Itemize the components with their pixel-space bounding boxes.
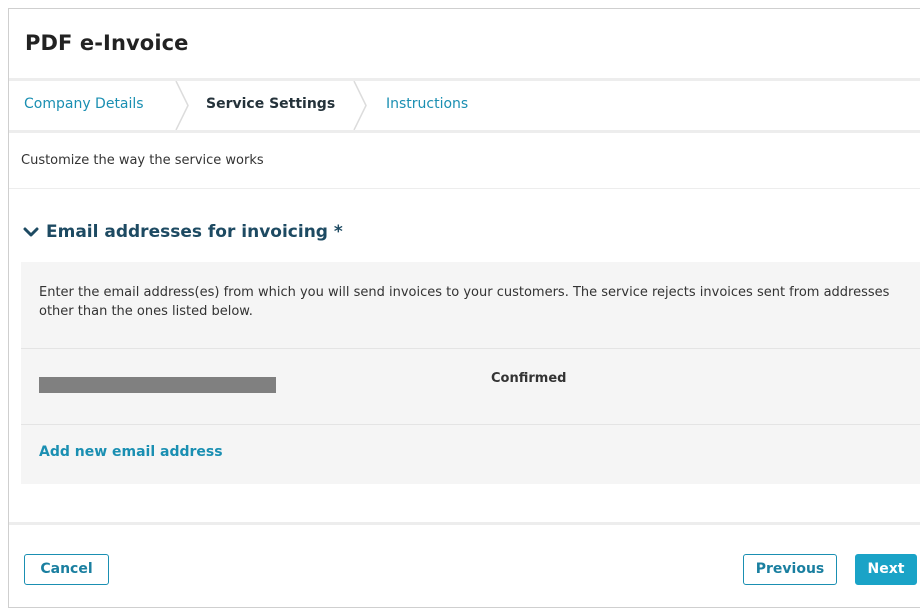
subtitle-row: Customize the way the service works xyxy=(9,133,920,189)
email-row: Confirmed xyxy=(21,349,920,425)
footer-divider xyxy=(9,522,920,525)
step-divider-chevron xyxy=(353,81,367,130)
email-panel: Enter the email address(es) from which y… xyxy=(21,262,920,484)
step-service-settings[interactable]: Service Settings xyxy=(206,81,335,130)
step-instructions[interactable]: Instructions xyxy=(386,81,468,130)
dialog-header: PDF e-Invoice xyxy=(9,9,920,81)
step-divider-chevron xyxy=(175,81,189,130)
step-company-details[interactable]: Company Details xyxy=(24,81,144,130)
cancel-button[interactable]: Cancel xyxy=(24,554,109,585)
chevron-down-icon[interactable] xyxy=(23,224,39,240)
next-button[interactable]: Next xyxy=(855,554,917,585)
wizard-steps: Company Details Service Settings Instruc… xyxy=(9,81,920,133)
add-row: Add new email address xyxy=(21,425,920,483)
dialog-title: PDF e-Invoice xyxy=(25,31,189,55)
section-description: Enter the email address(es) from which y… xyxy=(21,262,920,349)
page-subtitle: Customize the way the service works xyxy=(21,153,264,168)
email-section-toggle[interactable]: Email addresses for invoicing * xyxy=(9,189,920,262)
add-email-link[interactable]: Add new email address xyxy=(39,444,223,460)
previous-button[interactable]: Previous xyxy=(743,554,837,585)
redacted-email-address xyxy=(39,377,276,393)
pdf-e-invoice-dialog: PDF e-Invoice Company Details Service Se… xyxy=(8,8,920,608)
section-title: Email addresses for invoicing * xyxy=(46,222,343,242)
email-status: Confirmed xyxy=(491,371,567,386)
